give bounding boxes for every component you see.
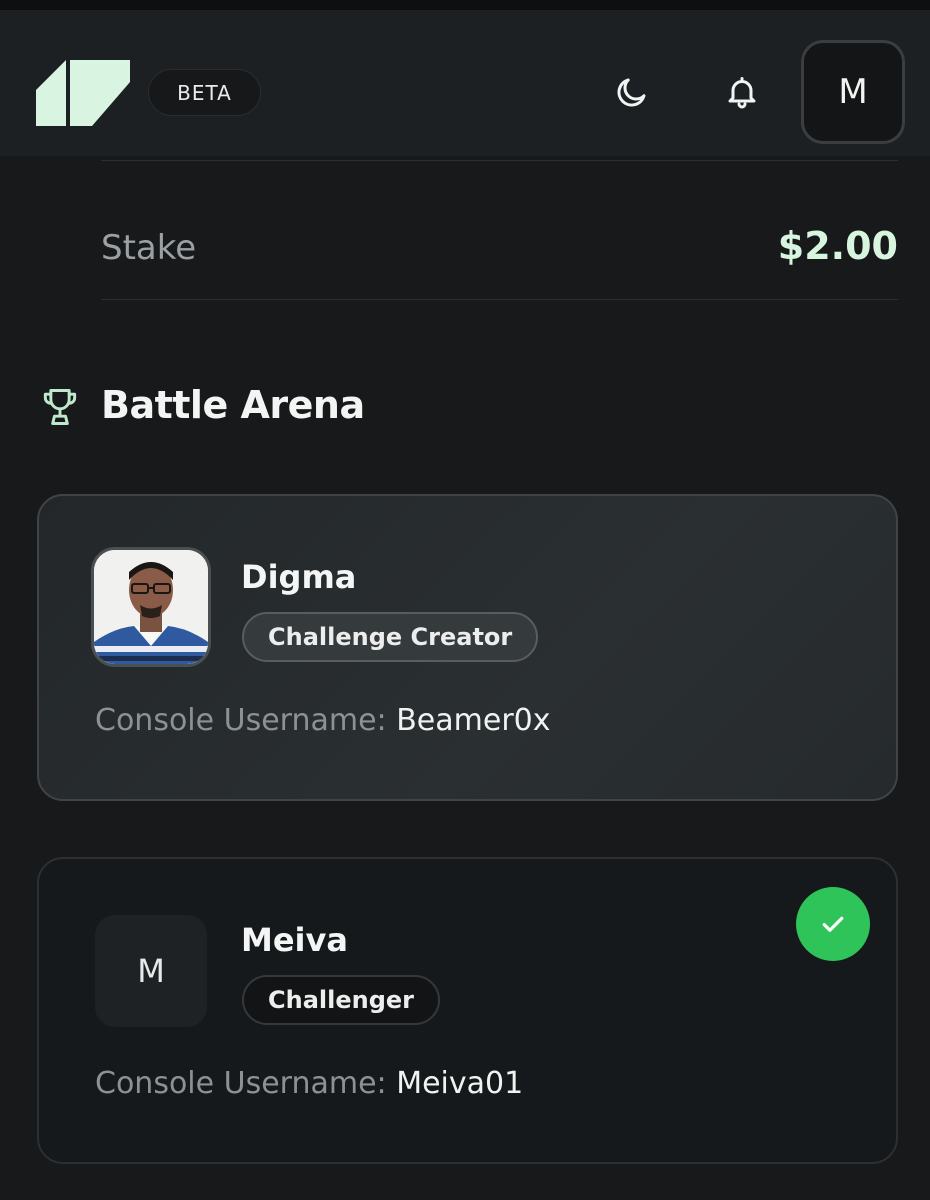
console-username-value: Beamer0x [396,703,551,738]
console-username-label: Console Username: [95,1066,387,1101]
check-icon [796,887,870,961]
app-header: BETA M [0,10,930,156]
beta-badge: BETA [148,69,261,116]
player-card-creator[interactable]: Digma Challenge Creator Console Username… [37,494,898,801]
player-name: Meiva [241,921,348,959]
divider [101,299,898,300]
moon-icon[interactable] [608,68,656,116]
player-avatar: M [95,915,207,1027]
player-photo [91,547,211,667]
stake-value: $2.00 [777,224,898,268]
player-name: Digma [241,558,357,596]
role-badge: Challenger [242,975,441,1025]
status-bar [0,0,930,10]
console-username-value: Meiva01 [396,1066,524,1101]
divider [101,160,898,161]
console-username-row: Console Username: Meiva01 [95,1066,523,1101]
section-title: Battle Arena [101,383,365,427]
bell-icon[interactable] [718,68,766,116]
role-badge: Challenge Creator [242,612,539,662]
console-username-label: Console Username: [95,703,387,738]
profile-avatar-button[interactable]: M [801,40,905,144]
logo-icon[interactable] [36,60,130,126]
trophy-icon [43,389,77,425]
stake-label: Stake [101,228,197,268]
console-username-row: Console Username: Beamer0x [95,703,551,738]
player-card-challenger[interactable]: M Meiva Challenger Console Username: Mei… [37,857,898,1164]
